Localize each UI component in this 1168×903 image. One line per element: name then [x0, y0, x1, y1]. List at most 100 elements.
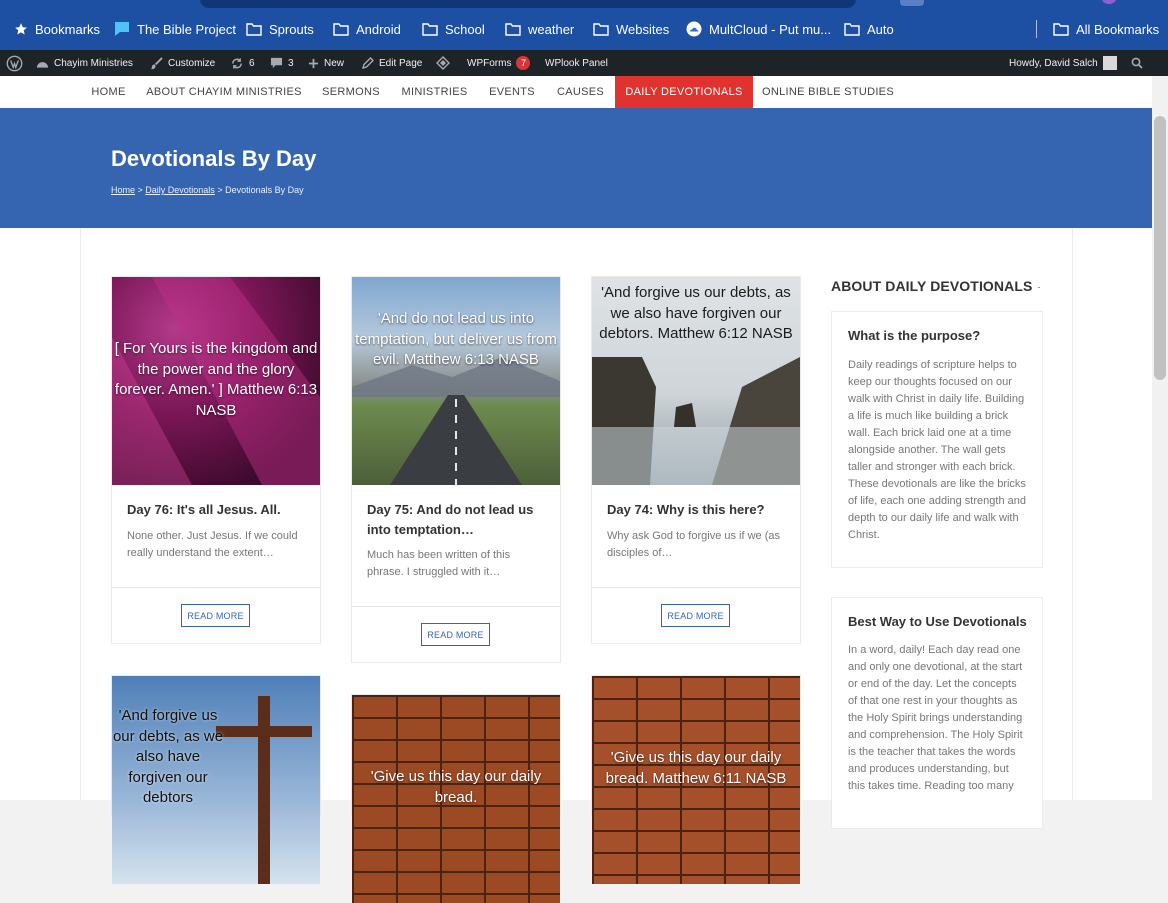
card-divider [112, 587, 320, 588]
bookmark-auto[interactable]: Auto [844, 19, 894, 39]
post-card: 'And forgive us our debts, as we also ha… [111, 675, 321, 884]
nav-item-online-bible-studies[interactable]: ONLINE BIBLE STUDIES [753, 76, 903, 108]
page-header: Devotionals By Day Home > Daily Devotion… [0, 108, 1152, 228]
avatar [1102, 56, 1117, 70]
page-title: Devotionals By Day [111, 146, 317, 171]
post-card: 'And forgive us our debts, as we also ha… [591, 276, 801, 644]
cloud-icon [686, 21, 702, 37]
nav-item-sermons[interactable]: SERMONS [311, 76, 391, 108]
diamond-icon [436, 56, 450, 70]
bookmark-school[interactable]: School [422, 19, 485, 39]
post-title[interactable]: Day 75: And do not lead us into temptati… [367, 500, 547, 540]
brush-icon [150, 56, 163, 69]
bookmarks-separator [1036, 20, 1037, 38]
post-excerpt: Why ask God to forgive us if we (as disc… [607, 530, 781, 559]
new-label: New [324, 57, 345, 69]
bookmark-label: Websites [616, 21, 670, 37]
post-card: [ For Yours is the kingdom and the power… [111, 276, 321, 644]
wp-customize[interactable]: Customize [150, 50, 215, 76]
bookmark-label: Auto [867, 21, 894, 37]
howdy-label: Howdy, David Salch [1009, 57, 1098, 69]
post-thumbnail[interactable]: 'Give us this day our daily bread. [352, 695, 560, 903]
wordpress-icon [6, 55, 23, 71]
sidebar-heading-mark [1038, 287, 1040, 288]
post-thumbnail[interactable]: 'Give us this day our daily bread. Matth… [592, 676, 800, 884]
bookmark-websites[interactable]: Websites [593, 19, 669, 39]
wp-diamond-button[interactable] [436, 50, 450, 76]
bookmark-sprouts[interactable]: Sprouts [246, 19, 314, 39]
sidebar-widget: Best Way to Use Devotionals In a word, d… [831, 597, 1043, 829]
wpforms-count-badge: 7 [516, 56, 531, 70]
updates-count: 6 [249, 57, 255, 69]
folder-icon [505, 23, 521, 36]
search-icon [1131, 57, 1143, 69]
bookmark-the-bible-project[interactable]: The Bible Project [114, 19, 236, 39]
wp-search-button[interactable] [1131, 50, 1143, 76]
nav-item-about[interactable]: ABOUT CHAYIM MINISTRIES [137, 76, 311, 108]
pencil-icon [362, 57, 374, 69]
wp-wplook-panel[interactable]: WPlook Panel [545, 50, 608, 76]
bookmark-android[interactable]: Android [333, 19, 401, 39]
widget-text: Daily readings of scripture helps to kee… [848, 359, 1026, 541]
folder-icon [333, 23, 349, 36]
post-image-text: [ For Yours is the kingdom and the power… [114, 340, 318, 419]
nav-item-events[interactable]: EVENTS [478, 76, 546, 108]
nav-item-causes[interactable]: CAUSES [546, 76, 615, 108]
bookmark-label: Bookmarks [35, 21, 101, 37]
wp-account[interactable]: Howdy, David Salch [1009, 50, 1117, 76]
nav-item-daily-devotionals[interactable]: DAILY DEVOTIONALS [615, 76, 753, 108]
wp-site-name[interactable]: Chayim Ministries [36, 50, 133, 76]
breadcrumb-section-link[interactable]: Daily Devotionals [145, 185, 215, 195]
post-excerpt: Much has been written of this phrase. I … [367, 549, 511, 578]
post-card: 'Give us this day our daily bread. Matth… [591, 675, 801, 884]
post-thumbnail[interactable]: 'And forgive us our debts, as we also ha… [592, 277, 800, 485]
post-card: 'Give us this day our daily bread. [351, 694, 561, 903]
post-thumbnail[interactable]: 'And do not lead us into temptation, but… [352, 277, 560, 485]
bookmark-label: School [445, 21, 485, 37]
post-title[interactable]: Day 76: It's all Jesus. All. [127, 500, 307, 520]
post-title[interactable]: Day 74: Why is this here? [607, 500, 787, 520]
plus-icon [308, 58, 319, 68]
wp-updates[interactable]: 6 [230, 50, 255, 76]
folder-icon [1053, 23, 1069, 36]
bookmark-label: weather [528, 21, 575, 37]
post-card: 'And do not lead us into temptation, but… [351, 276, 561, 663]
breadcrumb-current: Devotionals By Day [225, 185, 304, 195]
breadcrumb-separator: > [135, 185, 146, 195]
sidebar-widget: What is the purpose? Daily readings of s… [831, 311, 1043, 568]
breadcrumb-home-link[interactable]: Home [111, 185, 135, 195]
wp-new[interactable]: New [308, 50, 344, 76]
address-bar[interactable] [200, 0, 856, 8]
card-divider [592, 587, 800, 588]
post-image-text: 'Give us this day our daily bread. Matth… [605, 749, 787, 787]
wp-edit-page[interactable]: Edit Page [362, 50, 422, 76]
folder-icon [422, 23, 438, 36]
bookmark-bookmarks[interactable]: Bookmarks [14, 19, 100, 39]
star-icon [15, 23, 27, 35]
post-image-text: 'And forgive us our debts, as we also ha… [112, 707, 224, 806]
bookmark-weather[interactable]: weather [505, 19, 574, 39]
read-more-button[interactable]: READ MORE [421, 623, 490, 646]
read-more-button[interactable]: READ MORE [181, 604, 250, 627]
dashboard-icon [36, 62, 49, 68]
scrollbar-thumb[interactable] [1154, 116, 1166, 380]
read-more-button[interactable]: READ MORE [661, 604, 730, 627]
nav-item-home[interactable]: HOME [80, 76, 137, 108]
breadcrumb: Home > Daily Devotionals > Devotionals B… [111, 185, 304, 195]
bookmark-all-bookmarks[interactable]: All Bookmarks [1053, 19, 1159, 39]
wpforms-label: WPForms [467, 57, 512, 69]
main-nav: HOME ABOUT CHAYIM MINISTRIES SERMONS MIN… [0, 76, 1152, 108]
edit-page-label: Edit Page [379, 57, 423, 69]
bookmark-label: Android [356, 21, 401, 37]
comment-icon [270, 57, 283, 69]
nav-item-ministries[interactable]: MINISTRIES [391, 76, 478, 108]
bookmark-multcloud[interactable]: MultCloud - Put mu... [686, 19, 831, 39]
wp-logo-button[interactable] [6, 50, 23, 76]
post-thumbnail[interactable]: [ For Yours is the kingdom and the power… [112, 277, 320, 485]
wp-comments[interactable]: 3 [270, 50, 294, 76]
post-thumbnail[interactable]: 'And forgive us our debts, as we also ha… [112, 676, 320, 884]
wp-wpforms[interactable]: WPForms 7 [467, 50, 531, 76]
new-badge [900, 0, 924, 6]
profile-icon[interactable] [1102, 0, 1116, 4]
widget-title: Best Way to Use Devotionals [848, 614, 1027, 629]
